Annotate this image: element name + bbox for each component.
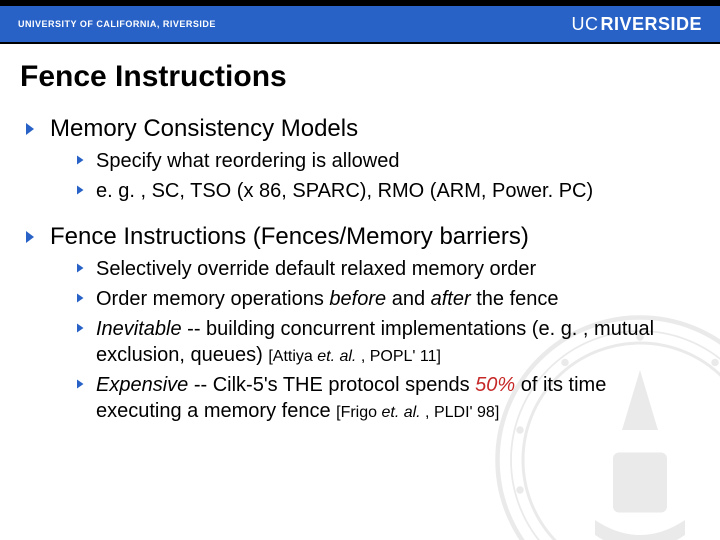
text-fragment: and <box>386 288 430 310</box>
list-item: Specify what reordering is allowed <box>76 148 696 174</box>
chevron-right-icon <box>24 122 38 136</box>
text-fragment: the fence <box>471 288 559 310</box>
citation: [Attiya et. al. , POPL' 11] <box>268 348 441 365</box>
highlight-percent: 50% <box>475 374 515 396</box>
cite-fragment: [Frigo <box>336 404 381 421</box>
chevron-right-icon <box>76 155 86 165</box>
header-bar: UNIVERSITY OF CALIFORNIA, RIVERSIDE UCRI… <box>0 0 720 44</box>
text-fragment: Order memory operations <box>96 288 329 310</box>
chevron-right-icon <box>76 293 86 303</box>
logo-name: RIVERSIDE <box>600 14 702 35</box>
cite-em: et. al. <box>381 404 420 421</box>
list-item: Selectively override default relaxed mem… <box>76 256 696 282</box>
section-2-text: Fence Instructions (Fences/Memory barrie… <box>50 222 529 252</box>
item-text: Specify what reordering is allowed <box>96 148 400 174</box>
list-item: e. g. , SC, TSO (x 86, SPARC), RMO (ARM,… <box>76 178 696 204</box>
text-fragment: -- Cilk-5's THE protocol spends <box>188 374 475 396</box>
chevron-right-icon <box>76 379 86 389</box>
item-text: Expensive -- Cilk-5's THE protocol spend… <box>96 372 696 424</box>
emphasis-after: after <box>431 288 471 310</box>
section-2-heading: Fence Instructions (Fences/Memory barrie… <box>24 222 696 252</box>
chevron-right-icon <box>24 230 38 244</box>
item-text: Inevitable -- building concurrent implem… <box>96 316 696 368</box>
slide-title: Fence Instructions <box>0 44 720 100</box>
list-item: Inevitable -- building concurrent implem… <box>76 316 696 368</box>
section-1-items: Specify what reordering is allowed e. g.… <box>76 148 696 204</box>
header-right-logo: UCRIVERSIDE <box>571 14 702 35</box>
section-2-items: Selectively override default relaxed mem… <box>76 256 696 424</box>
header-left-text: UNIVERSITY OF CALIFORNIA, RIVERSIDE <box>18 19 216 29</box>
emphasis-before: before <box>329 288 386 310</box>
citation: [Frigo et. al. , PLDI' 98] <box>336 404 499 421</box>
chevron-right-icon <box>76 323 86 333</box>
chevron-right-icon <box>76 185 86 195</box>
emphasis-word: Expensive <box>96 374 188 396</box>
chevron-right-icon <box>76 263 86 273</box>
emphasis-word: Inevitable <box>96 318 182 340</box>
section-1-text: Memory Consistency Models <box>50 114 358 144</box>
item-text: e. g. , SC, TSO (x 86, SPARC), RMO (ARM,… <box>96 178 593 204</box>
cite-fragment: , POPL' 11] <box>356 348 441 365</box>
section-1-heading: Memory Consistency Models <box>24 114 696 144</box>
logo-uc: UC <box>571 14 598 35</box>
list-item: Expensive -- Cilk-5's THE protocol spend… <box>76 372 696 424</box>
item-text: Order memory operations before and after… <box>96 286 559 312</box>
slide-content: Memory Consistency Models Specify what r… <box>0 100 720 424</box>
cite-fragment: , PLDI' 98] <box>421 404 500 421</box>
cite-fragment: [Attiya <box>268 348 317 365</box>
item-text: Selectively override default relaxed mem… <box>96 256 536 282</box>
list-item: Order memory operations before and after… <box>76 286 696 312</box>
cite-em: et. al. <box>317 348 356 365</box>
